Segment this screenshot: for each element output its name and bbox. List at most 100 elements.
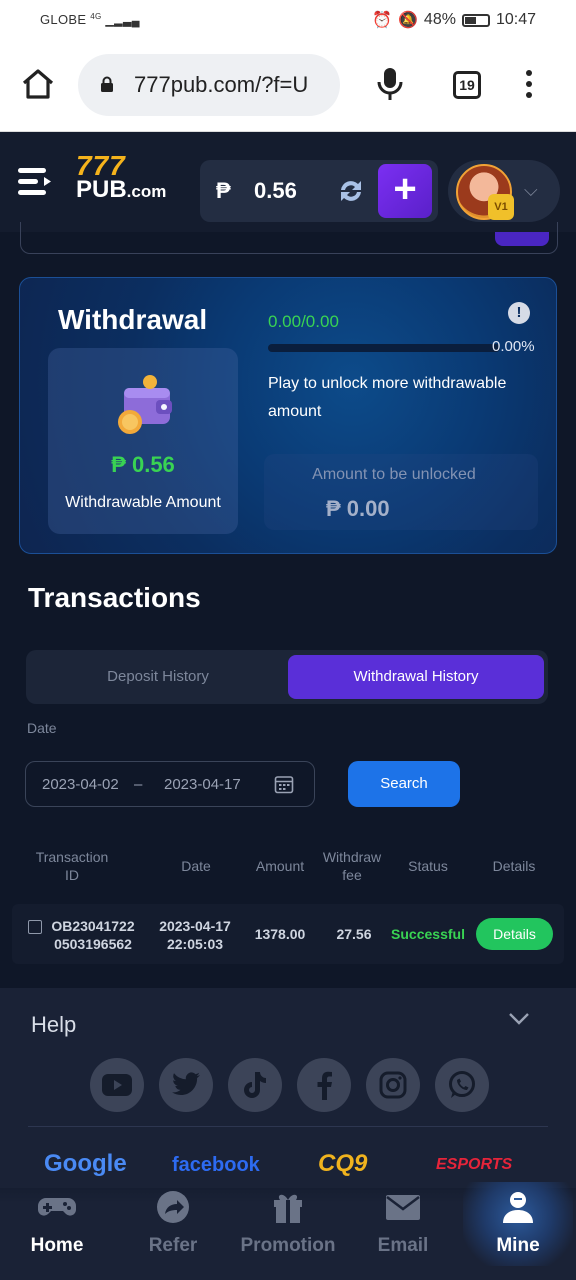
- details-button[interactable]: Details: [476, 918, 553, 950]
- withdrawal-title: Withdrawal: [58, 304, 208, 335]
- bottom-navigation: Home Refer Promotion Email Mine: [0, 1178, 576, 1280]
- facebook-logo: facebook: [172, 1154, 260, 1176]
- nav-home[interactable]: Home: [2, 1190, 112, 1257]
- balance-amount: 0.56: [254, 178, 297, 203]
- mail-icon: [386, 1195, 420, 1220]
- vip-badge: V1: [488, 194, 514, 220]
- unlock-progress-bar: [268, 344, 500, 352]
- transaction-amount: 1378.00: [254, 926, 306, 942]
- refresh-icon[interactable]: [336, 176, 366, 206]
- currency-symbol: ₱: [216, 178, 231, 203]
- carrier-name: GLOBE: [40, 12, 87, 27]
- date-separator: –: [134, 776, 143, 793]
- withdrawable-panel: ₱ 0.56 Withdrawable Amount: [48, 348, 238, 534]
- whatsapp-icon[interactable]: [435, 1058, 489, 1112]
- col-date: Date: [181, 858, 211, 874]
- battery-percent: 48%: [423, 11, 456, 28]
- menu-icon[interactable]: [18, 164, 60, 200]
- calendar-icon[interactable]: [274, 774, 294, 794]
- logo-top-text: 777: [76, 150, 126, 181]
- balance-widget: ₱ 0.56 +: [200, 160, 438, 222]
- progress-percent: 0.00%: [492, 338, 535, 355]
- search-button[interactable]: Search: [348, 761, 460, 807]
- to-unlock-value: ₱ 0.00: [326, 496, 390, 521]
- share-icon: [157, 1191, 189, 1223]
- signal-icon: ▁▂▃▄: [105, 15, 140, 27]
- date-label: Date: [27, 720, 57, 736]
- social-links: [90, 1058, 489, 1112]
- transaction-id: OB23041722 0503196562: [51, 918, 135, 952]
- date-range-picker[interactable]: 2023-04-02 – 2023-04-17: [25, 761, 315, 807]
- tab-withdrawal-history[interactable]: Withdrawal History: [288, 655, 544, 699]
- system-status-bar: GLOBE 4G ▁▂▃▄ ⏰ 🔕 48% 10:47: [0, 0, 576, 40]
- chevron-down-icon[interactable]: ⌵: [524, 180, 538, 201]
- to-unlock-label: Amount to be unlocked: [312, 466, 476, 483]
- previous-card-button[interactable]: [495, 232, 549, 246]
- esports-logo: ESPORTS: [436, 1156, 513, 1173]
- youtube-icon[interactable]: [90, 1058, 144, 1112]
- col-withdraw-fee: Withdraw fee: [322, 849, 382, 883]
- twitter-icon[interactable]: [159, 1058, 213, 1112]
- gift-icon: [274, 1194, 302, 1223]
- col-details: Details: [492, 858, 536, 874]
- transactions-title: Transactions: [28, 582, 201, 613]
- footer-divider: [28, 1126, 548, 1127]
- logo-bottom-text: PUB.com: [76, 176, 167, 203]
- progress-text: 0.00/0.00: [268, 312, 339, 331]
- network-type: 4G: [90, 12, 102, 21]
- microphone-icon[interactable]: [376, 66, 404, 104]
- instagram-icon[interactable]: [366, 1058, 420, 1112]
- tiktok-icon[interactable]: [228, 1058, 282, 1112]
- nav-refer[interactable]: Refer: [118, 1190, 228, 1257]
- home-icon[interactable]: [20, 66, 56, 102]
- col-amount: Amount: [255, 858, 305, 874]
- site-logo[interactable]: 777 PUB.com: [76, 150, 167, 204]
- mute-icon: 🔕: [398, 12, 418, 29]
- help-section-title[interactable]: Help: [31, 1012, 76, 1038]
- table-row: OB23041722 0503196562 2023-04-17 22:05:0…: [12, 904, 564, 964]
- nav-promotion[interactable]: Promotion: [233, 1190, 343, 1257]
- transaction-date: 2023-04-17 22:05:03: [159, 918, 231, 952]
- wallet-icon: [118, 375, 172, 434]
- nav-mine[interactable]: Mine: [463, 1182, 573, 1266]
- clock: 10:47: [495, 11, 536, 28]
- lock-icon: [101, 76, 113, 92]
- status-badge: Successful: [391, 926, 465, 942]
- nav-home-label: Home: [30, 1235, 84, 1256]
- to-unlock-panel: Amount to be unlocked ₱ 0.00: [264, 454, 538, 530]
- withdrawable-label: Withdrawable Amount: [65, 494, 221, 511]
- withdrawable-amount: ₱ 0.56: [111, 452, 175, 477]
- nav-refer-label: Refer: [148, 1235, 198, 1256]
- profile-menu[interactable]: V1 ⌵: [448, 160, 560, 222]
- col-transaction-id: Transaction ID: [35, 849, 109, 883]
- nav-mine-label: Mine: [496, 1235, 540, 1256]
- battery-icon: [461, 13, 490, 27]
- user-icon: [503, 1192, 533, 1223]
- alarm-icon: ⏰: [372, 12, 392, 29]
- cq9-logo: CQ9: [318, 1150, 368, 1177]
- google-logo: Google: [44, 1150, 127, 1177]
- info-icon[interactable]: !: [508, 302, 530, 324]
- browser-menu-icon[interactable]: [526, 70, 534, 103]
- withdrawal-card: Withdrawal ₱ 0.56 Withdrawable Amount 0.…: [19, 277, 557, 554]
- carrier-label: GLOBE 4G ▁▂▃▄: [40, 12, 140, 27]
- deposit-button[interactable]: +: [378, 164, 432, 218]
- facebook-icon[interactable]: [297, 1058, 351, 1112]
- history-tabs: Deposit History Withdrawal History: [26, 650, 548, 704]
- transaction-fee: 27.56: [336, 926, 372, 942]
- chevron-down-icon[interactable]: [508, 1012, 530, 1026]
- url-text: 777pub.com/?f=U: [134, 72, 309, 97]
- address-bar[interactable]: 777pub.com/?f=U: [78, 54, 340, 116]
- col-status: Status: [408, 858, 448, 874]
- gamepad-icon: [38, 1198, 76, 1216]
- footer: Help Google facebook CQ9 ESPORTS: [0, 988, 576, 1188]
- unlock-note: Play to unlock more withdrawable amount: [268, 375, 507, 420]
- previous-card-edge: [20, 222, 558, 254]
- tab-deposit-history[interactable]: Deposit History: [30, 655, 286, 699]
- tab-switcher-button[interactable]: 19: [453, 71, 481, 99]
- date-to[interactable]: 2023-04-17: [164, 776, 241, 793]
- nav-email[interactable]: Email: [348, 1190, 458, 1257]
- date-from[interactable]: 2023-04-02: [42, 776, 119, 793]
- app-header: 777 PUB.com ₱ 0.56 + V1 ⌵: [0, 132, 576, 232]
- copy-icon[interactable]: [28, 920, 42, 934]
